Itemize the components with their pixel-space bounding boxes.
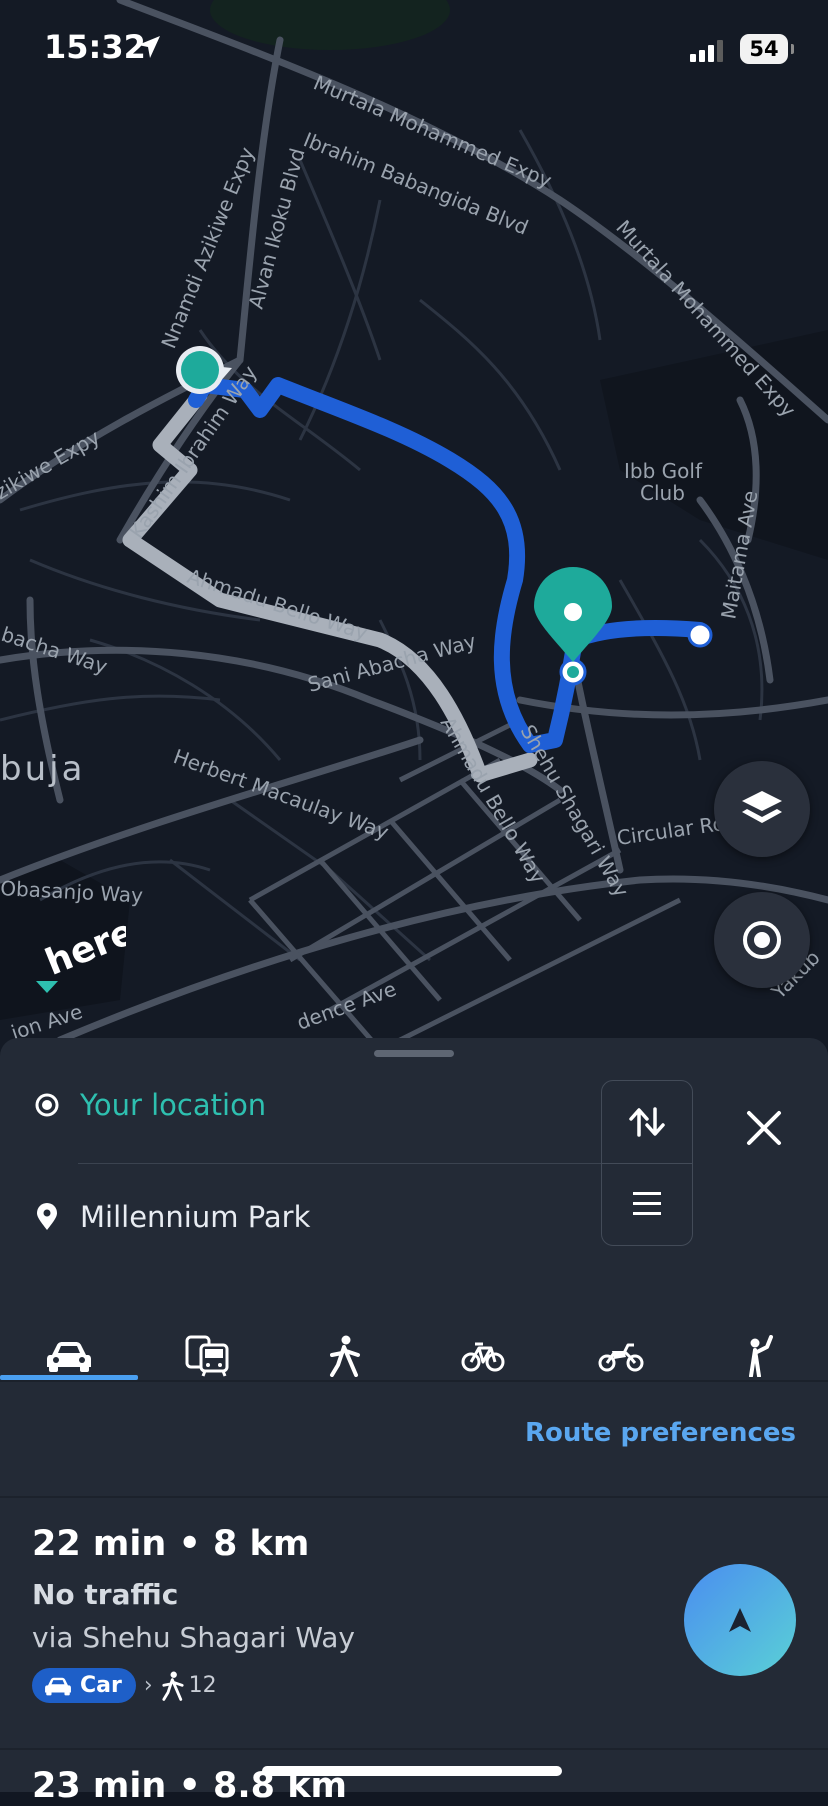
layers-button[interactable] bbox=[714, 761, 810, 857]
motorcycle-icon bbox=[598, 1343, 644, 1372]
origin-text: Your location bbox=[80, 1088, 267, 1122]
hail-icon bbox=[749, 1335, 773, 1377]
route-preferences-link[interactable]: Route preferences bbox=[525, 1418, 796, 1448]
here-logo: here bbox=[36, 915, 126, 993]
transit-icon bbox=[185, 1335, 229, 1377]
pin-icon bbox=[37, 1203, 57, 1230]
start-navigation-button[interactable] bbox=[684, 1564, 796, 1676]
route-summary: 22 min • 8 km bbox=[32, 1524, 310, 1564]
home-indicator[interactable] bbox=[262, 1766, 562, 1776]
close-button[interactable] bbox=[736, 1100, 792, 1156]
location-arrow-icon bbox=[138, 36, 160, 58]
car-icon bbox=[45, 1677, 71, 1695]
field-divider bbox=[78, 1163, 603, 1164]
layers-icon bbox=[742, 791, 782, 823]
stops-list-button[interactable] bbox=[602, 1163, 692, 1245]
battery-indicator: 54 bbox=[740, 34, 794, 64]
swap-button[interactable] bbox=[602, 1081, 692, 1164]
walking-icon bbox=[162, 1671, 184, 1701]
status-time: 15:32 bbox=[44, 28, 146, 66]
chevron-right-icon: › bbox=[143, 1673, 153, 1698]
list-icon bbox=[633, 1192, 661, 1215]
walk-minutes: 12 bbox=[188, 1673, 217, 1698]
bicycle-icon bbox=[461, 1342, 505, 1372]
route-actions bbox=[601, 1080, 693, 1246]
route-end-dot bbox=[687, 622, 713, 648]
recenter-button[interactable] bbox=[714, 892, 810, 988]
close-icon bbox=[747, 1111, 781, 1145]
svg-text:here: here bbox=[40, 915, 126, 984]
navigation-arrow-icon bbox=[729, 1608, 751, 1632]
car-chip-label: Car bbox=[80, 1673, 122, 1698]
sheet-grabber[interactable] bbox=[374, 1050, 454, 1057]
walking-icon bbox=[330, 1335, 360, 1377]
route-results: Route preferences 22 min • 8 km No traff… bbox=[0, 1382, 828, 1806]
destination-field[interactable]: Millennium Park bbox=[34, 1200, 310, 1234]
route-panel: Your location Millennium Park Route pref… bbox=[0, 1038, 828, 1806]
origin-field[interactable]: Your location bbox=[34, 1088, 266, 1122]
results-divider bbox=[0, 1748, 828, 1750]
destination-text: Millennium Park bbox=[80, 1200, 311, 1234]
car-segment-chip: Car bbox=[32, 1668, 136, 1703]
car-icon bbox=[47, 1342, 91, 1372]
route-option-1[interactable]: 22 min • 8 km No traffic via Shehu Shaga… bbox=[32, 1524, 355, 1703]
origin-icon bbox=[35, 1093, 59, 1117]
target-icon bbox=[743, 921, 781, 959]
poi-label: Ibb Golf bbox=[624, 459, 703, 483]
results-divider bbox=[0, 1496, 828, 1498]
route-segments: Car › 12 bbox=[32, 1668, 355, 1703]
swap-icon bbox=[629, 1107, 665, 1137]
map-view[interactable]: Murtala Mohammed Expy Murtala Mohammed E… bbox=[0, 0, 828, 1060]
poi-label: Club bbox=[640, 481, 685, 505]
area-label: buja bbox=[0, 749, 85, 789]
route-via: via Shehu Shagari Way bbox=[32, 1621, 355, 1654]
signal-icon bbox=[690, 40, 723, 62]
traffic-status: No traffic bbox=[32, 1578, 179, 1611]
